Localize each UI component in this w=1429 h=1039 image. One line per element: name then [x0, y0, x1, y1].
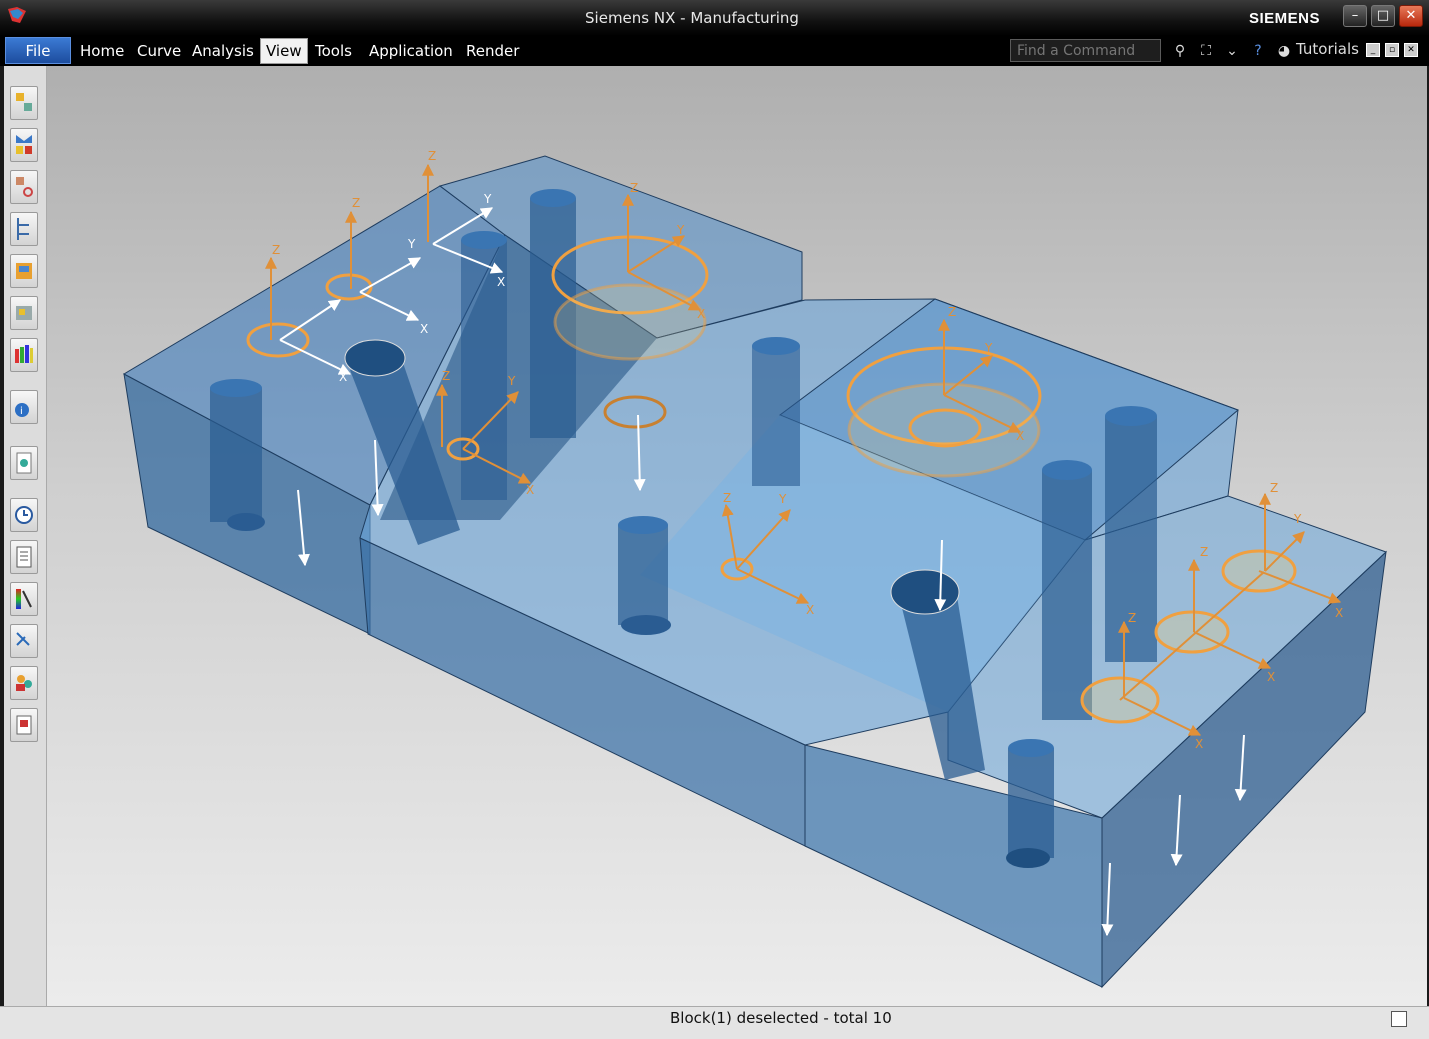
title-bar: Siemens NX - Manufacturing SIEMENS – □ ✕	[0, 0, 1429, 36]
axis-label-z: Z	[442, 369, 450, 383]
tab-view[interactable]: View	[260, 38, 308, 64]
doc-close-icon[interactable]: ✕	[1404, 43, 1418, 57]
axis-label-z: Z	[948, 305, 956, 319]
axis-label-x: X	[1195, 737, 1203, 751]
axis-label-z: Z	[630, 181, 638, 195]
tab-application[interactable]: Application	[364, 40, 458, 62]
axis-label-x: X	[1016, 429, 1024, 443]
axis-label-y: Y	[984, 341, 993, 355]
minimize-button[interactable]: –	[1343, 5, 1367, 27]
part-model: Z Y X Z Y X Y X Y X X Z Z Z Z Y X Z Y X …	[122, 149, 1387, 989]
close-icon: ✕	[1405, 8, 1417, 23]
axis-label-x: X	[339, 370, 347, 384]
workpiece-block[interactable]	[122, 155, 1387, 989]
doc-minimize-icon[interactable]: _	[1366, 43, 1380, 57]
axis-label-z: Z	[352, 196, 360, 210]
axis-label-y: Y	[778, 492, 787, 506]
axis-label-x: X	[526, 483, 534, 497]
ribbon-menu-bar: File Home Curve Analysis View Tools Appl…	[0, 36, 1429, 66]
axis-label-x: X	[1267, 670, 1275, 684]
tab-curve[interactable]: Curve	[132, 40, 186, 62]
graphics-viewport[interactable]: Z Y X Z Y X Y X Y X X Z Z Z Z Y X Z Y X …	[47, 66, 1427, 1006]
search-icon[interactable]: ⚲	[1170, 41, 1190, 61]
history-icon[interactable]	[10, 498, 38, 532]
axis-label-y: Y	[676, 223, 685, 237]
maximize-icon: □	[1376, 8, 1390, 23]
tab-tools[interactable]: Tools	[310, 40, 357, 62]
machine-tool-icon[interactable]	[10, 128, 38, 162]
tab-home[interactable]: Home	[75, 40, 129, 62]
axis-label-z: Z	[428, 149, 436, 163]
tab-render[interactable]: Render	[461, 40, 524, 62]
file-menu-button[interactable]: File	[5, 37, 71, 64]
web-browser-icon[interactable]	[10, 446, 38, 480]
constraint-navigator-icon[interactable]	[10, 624, 38, 658]
system-materials-icon[interactable]	[10, 708, 38, 742]
axis-label-x: X	[497, 275, 505, 289]
hd3d-tools-icon[interactable]	[10, 296, 38, 330]
axis-label-y: Y	[1293, 512, 1302, 526]
command-search-input[interactable]	[1010, 39, 1161, 62]
tutorials-link[interactable]: Tutorials	[1296, 40, 1359, 58]
doc-restore-icon[interactable]: ▫	[1385, 43, 1399, 57]
maximize-button[interactable]: □	[1371, 5, 1395, 27]
svg-text:i: i	[20, 406, 23, 417]
axis-label-z: Z	[723, 491, 731, 505]
axis-label-x: X	[420, 322, 428, 336]
assembly-navigator-icon[interactable]	[10, 212, 38, 246]
part-navigator-icon[interactable]	[10, 170, 38, 204]
axis-label-x: X	[1335, 606, 1343, 620]
visualization-icon[interactable]	[10, 582, 38, 616]
axis-label-z: Z	[1128, 611, 1136, 625]
axis-label-y: Y	[407, 237, 416, 251]
status-bar: Block(1) deselected - total 10	[0, 1006, 1429, 1039]
reuse-library-icon[interactable]	[10, 254, 38, 288]
axis-label-z: Z	[1270, 481, 1278, 495]
status-message: Block(1) deselected - total 10	[670, 1009, 892, 1027]
tab-analysis[interactable]: Analysis	[187, 40, 259, 62]
fullscreen-icon[interactable]	[1391, 1011, 1407, 1027]
process-navigator-icon[interactable]	[10, 540, 38, 574]
resource-bar: i	[4, 66, 47, 1006]
chevron-down-icon[interactable]: ⌄	[1222, 41, 1242, 61]
close-button[interactable]: ✕	[1399, 5, 1423, 27]
axis-label-x: X	[697, 307, 705, 321]
minimize-icon: –	[1351, 8, 1359, 23]
tutorials-icon: ◕	[1277, 43, 1291, 59]
axis-label-y: Y	[483, 192, 492, 206]
axis-label-y: Y	[507, 374, 516, 388]
brand-logo: SIEMENS	[1249, 10, 1321, 27]
info-icon[interactable]: i	[10, 390, 38, 424]
window-title: Siemens NX - Manufacturing	[585, 9, 799, 27]
palette-icon[interactable]	[10, 338, 38, 372]
axis-label-x: X	[806, 603, 814, 617]
operation-navigator-icon[interactable]	[10, 86, 38, 120]
help-icon[interactable]: ?	[1248, 41, 1268, 61]
roles-icon[interactable]	[10, 666, 38, 700]
axis-label-z: Z	[272, 243, 280, 257]
axis-label-z: Z	[1200, 545, 1208, 559]
fit-view-icon[interactable]: ⛶	[1196, 41, 1216, 61]
